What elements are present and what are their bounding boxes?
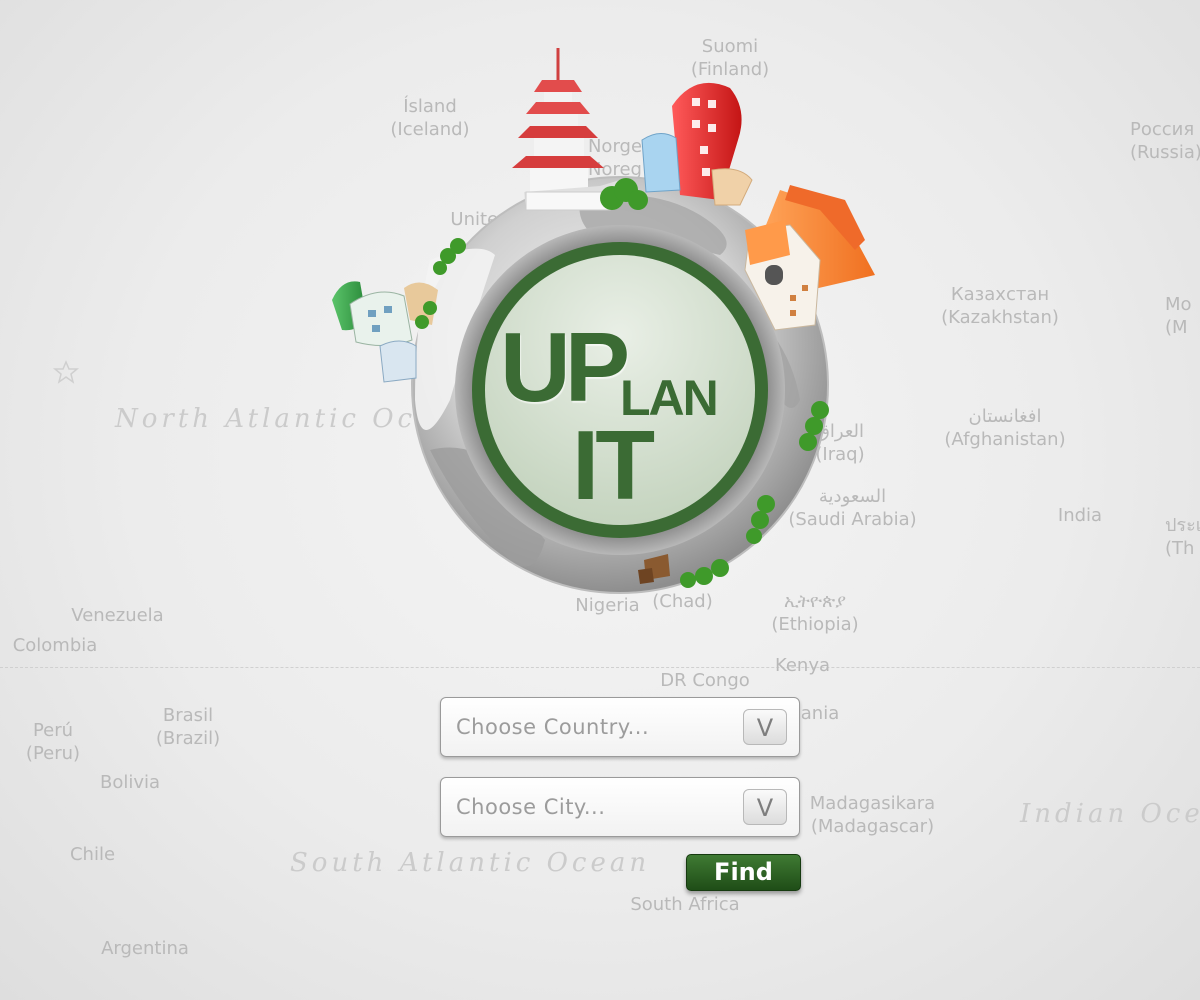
find-button[interactable]: Find — [686, 854, 801, 891]
red-skyscraper-icon — [641, 82, 753, 206]
city-select[interactable]: Choose City... V — [440, 777, 800, 837]
uplanit-logo: UP LAN IT — [320, 40, 890, 610]
chevron-down-icon[interactable]: V — [743, 789, 787, 825]
pagoda-tower-icon — [512, 48, 620, 211]
logo-word-up: UP — [500, 312, 630, 422]
logo-word-it: IT — [572, 410, 655, 520]
country-select[interactable]: Choose Country... V — [440, 697, 800, 757]
chevron-down-icon[interactable]: V — [743, 709, 787, 745]
country-select-value: Choose Country... — [456, 715, 650, 739]
city-select-value: Choose City... — [456, 795, 606, 819]
orange-temple-icon — [744, 185, 875, 331]
